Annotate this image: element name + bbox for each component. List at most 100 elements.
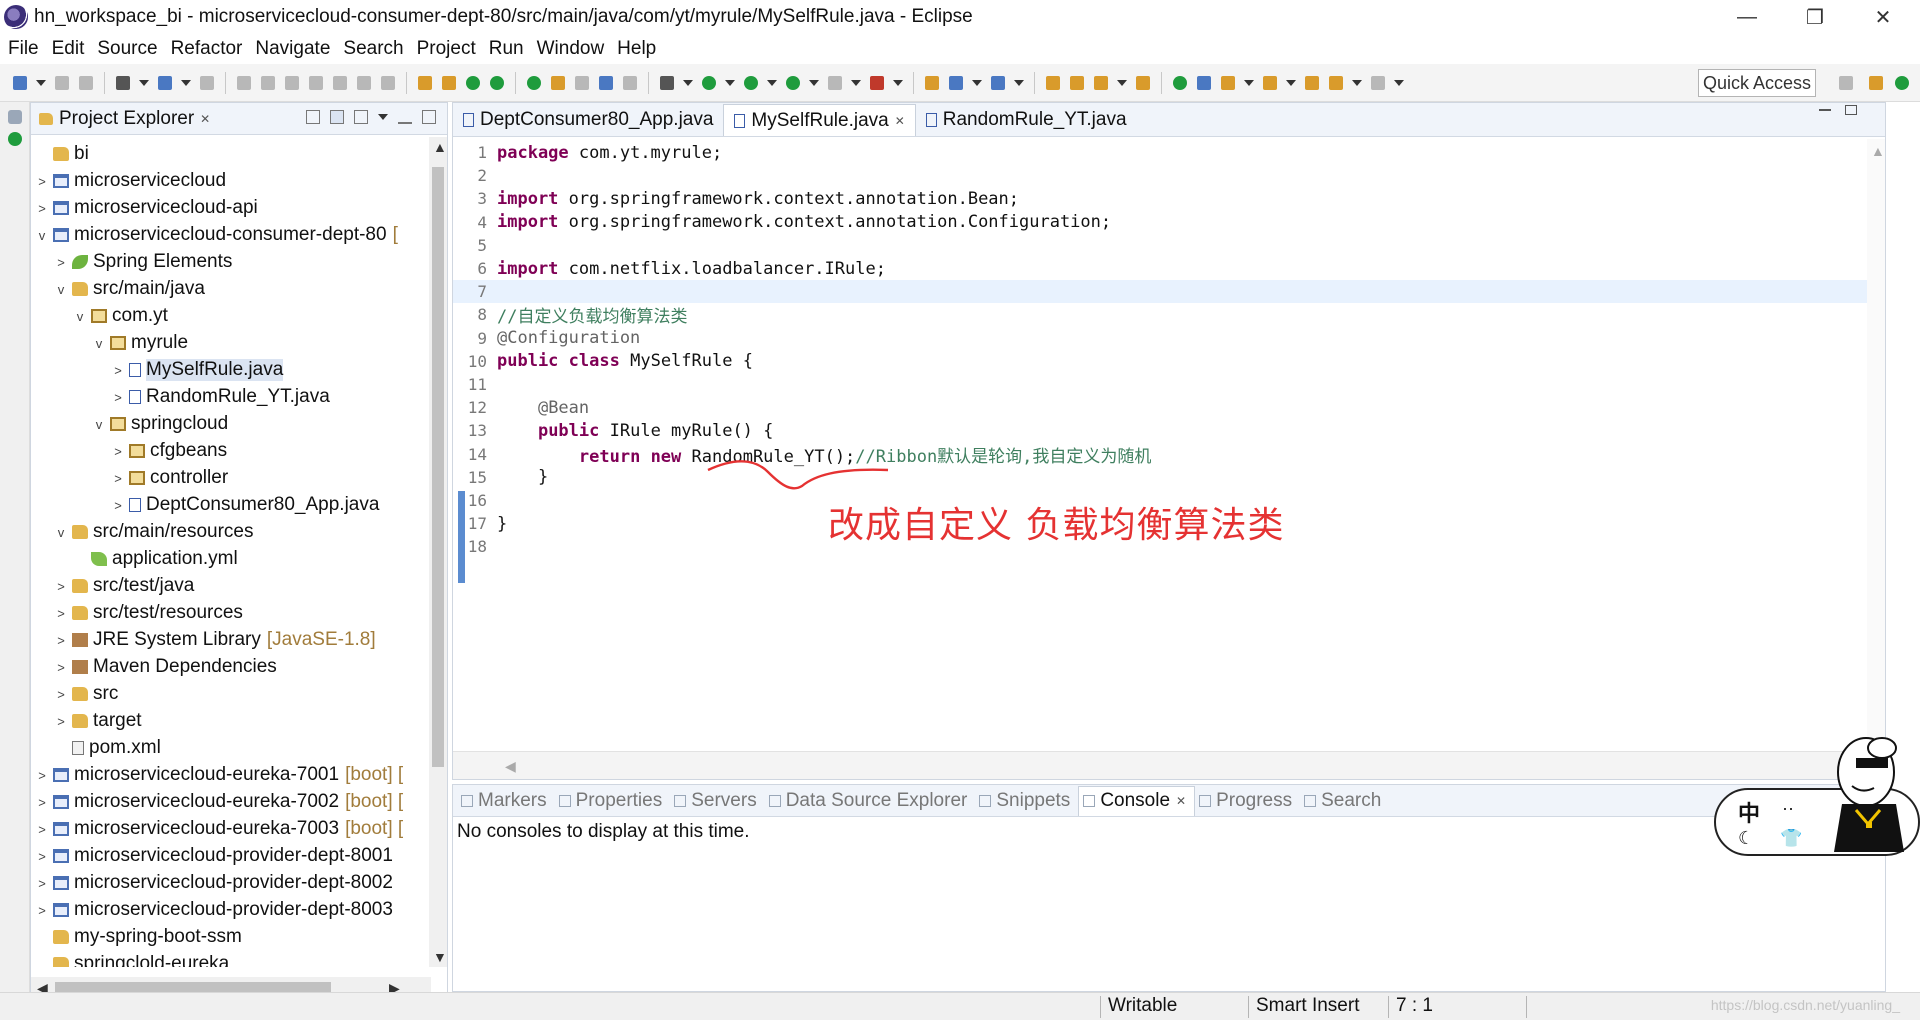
stop-icon[interactable]	[828, 75, 842, 90]
dropdown-icon[interactable]	[181, 79, 191, 86]
tab-snippets[interactable]: Snippets	[975, 786, 1078, 816]
tree-item[interactable]: > microservicecloud-provider-dept-8002	[35, 870, 393, 896]
debug-dropdown-icon[interactable]	[660, 75, 674, 90]
view-menu-icon[interactable]	[378, 114, 388, 120]
ime-punctuation-icon[interactable]: ··	[1782, 798, 1794, 819]
skin-icon[interactable]: 👕	[1780, 828, 1802, 849]
tree-item[interactable]: v com.yt	[73, 303, 168, 329]
maximize-editor-icon[interactable]	[1845, 105, 1857, 115]
tree-item[interactable]: springclold-eureka	[35, 951, 229, 967]
dropdown-icon[interactable]	[851, 79, 861, 86]
spring-boot-icon[interactable]	[466, 75, 480, 90]
code-line[interactable]: 10 public class MySelfRule {	[453, 350, 1867, 373]
dropdown-icon[interactable]	[972, 79, 982, 86]
chevron-right-icon[interactable]: >	[35, 822, 49, 837]
dropdown-icon[interactable]	[1117, 79, 1127, 86]
tree-item[interactable]: > microservicecloud-provider-dept-8001	[35, 843, 393, 869]
tree-item[interactable]: > MySelfRule.java	[111, 357, 284, 383]
minimize-button[interactable]: —	[1718, 0, 1776, 34]
coverage-icon[interactable]	[744, 75, 758, 90]
forward-icon[interactable]	[1371, 75, 1385, 90]
code-line[interactable]: 9 @Configuration	[453, 327, 1867, 350]
chevron-right-icon[interactable]: >	[35, 849, 49, 864]
chevron-down-icon[interactable]: v	[54, 525, 68, 540]
code-line[interactable]: 12 @Bean	[453, 396, 1867, 419]
collapse-all-icon[interactable]	[306, 110, 320, 124]
tree-item[interactable]: v src/main/java	[54, 276, 205, 302]
debug-perspective-icon[interactable]	[116, 75, 130, 90]
annotation-icon[interactable]	[1197, 75, 1211, 90]
dropdown-icon[interactable]	[809, 79, 819, 86]
tree-item[interactable]: > microservicecloud-eureka-7002 [boot] [	[35, 789, 403, 815]
chevron-down-icon[interactable]: v	[35, 228, 49, 243]
chevron-right-icon[interactable]: >	[54, 255, 68, 270]
filter-icon[interactable]	[354, 110, 368, 124]
server-icon[interactable]	[870, 75, 884, 90]
open-folder-icon[interactable]	[1070, 75, 1084, 90]
new-dropdown-icon[interactable]	[36, 79, 46, 86]
code-line[interactable]: 6 import com.netflix.loadbalancer.IRule;	[453, 257, 1867, 280]
show-whitespace-icon[interactable]	[623, 75, 637, 90]
tab-myselfrule[interactable]: MySelfRule.java ✕	[723, 104, 916, 136]
chevron-right-icon[interactable]: >	[35, 876, 49, 891]
tree-item[interactable]: > src/test/java	[54, 573, 194, 599]
chevron-down-icon[interactable]: v	[73, 309, 87, 324]
chevron-down-icon[interactable]: v	[54, 282, 68, 297]
mark-occurrences-icon[interactable]	[551, 75, 565, 90]
code-line[interactable]: 5	[453, 234, 1867, 257]
java-ee-perspective-icon[interactable]	[1869, 76, 1883, 90]
menu-search[interactable]: Search	[339, 38, 412, 60]
chevron-right-icon[interactable]: >	[111, 498, 125, 513]
dropdown-icon[interactable]	[1014, 79, 1024, 86]
close-button[interactable]: ✕	[1854, 0, 1912, 34]
dropdown-icon[interactable]	[767, 79, 777, 86]
tab-console[interactable]: Console ✕	[1078, 785, 1196, 816]
chevron-right-icon[interactable]: >	[54, 687, 68, 702]
build-icon[interactable]	[442, 75, 456, 90]
back-icon[interactable]	[1329, 75, 1343, 90]
tree-item[interactable]: > Spring Elements	[54, 249, 232, 275]
chevron-right-icon[interactable]: >	[54, 714, 68, 729]
dropdown-icon[interactable]	[725, 79, 735, 86]
minimize-editor-icon[interactable]	[1819, 109, 1831, 111]
menu-navigate[interactable]: Navigate	[251, 38, 339, 60]
tab-deptconsumer80-app[interactable]: DeptConsumer80_App.java	[453, 104, 723, 136]
menu-edit[interactable]: Edit	[48, 38, 94, 60]
tree-item[interactable]: bi	[35, 141, 89, 167]
scroll-up-icon[interactable]: ▲	[433, 139, 447, 155]
scroll-down-icon[interactable]: ▼	[433, 949, 447, 965]
new-class-icon[interactable]	[991, 75, 1005, 90]
spring-perspective-icon[interactable]	[1895, 76, 1909, 90]
next-annotation-icon[interactable]	[1221, 75, 1235, 90]
tree-item[interactable]: v springcloud	[92, 411, 228, 437]
code-line[interactable]: 3 import org.springframework.context.anno…	[453, 187, 1867, 210]
code-line[interactable]: 1 package com.yt.myrule;	[453, 141, 1867, 164]
minimize-view-icon[interactable]	[398, 110, 412, 124]
external-tools-icon[interactable]	[786, 75, 800, 90]
tab-progress[interactable]: Progress	[1195, 786, 1300, 816]
scroll-left-icon[interactable]: ◀	[505, 758, 516, 775]
dropdown-icon[interactable]	[1394, 79, 1404, 86]
tree-item[interactable]: > target	[54, 708, 141, 734]
step-over-icon[interactable]	[357, 75, 371, 90]
tree-item[interactable]: > controller	[111, 465, 228, 491]
chevron-right-icon[interactable]: >	[35, 768, 49, 783]
tree-item[interactable]: v myrule	[92, 330, 188, 356]
ime-language-toggle[interactable]: 中	[1738, 796, 1760, 828]
code-line[interactable]: 8 //自定义负载均衡算法类	[453, 303, 1867, 327]
tab-randomrule-yt[interactable]: RandomRule_YT.java	[916, 104, 1137, 136]
tree-item[interactable]: v src/main/resources	[54, 519, 254, 545]
new-java-project-icon[interactable]	[925, 75, 939, 90]
dropdown-icon[interactable]	[1244, 79, 1254, 86]
refresh-icon[interactable]	[490, 75, 504, 90]
chevron-right-icon[interactable]: >	[54, 633, 68, 648]
tree-item[interactable]: application.yml	[73, 546, 238, 572]
tree-item[interactable]: > Maven Dependencies	[54, 654, 277, 680]
tree-item[interactable]: > microservicecloud-eureka-7001 [boot] [	[35, 762, 403, 788]
step-into-icon[interactable]	[333, 75, 347, 90]
quick-access-input[interactable]: Quick Access	[1698, 69, 1816, 97]
chevron-right-icon[interactable]: >	[35, 903, 49, 918]
disconnect-icon[interactable]	[309, 75, 323, 90]
close-icon[interactable]: ✕	[895, 114, 905, 128]
tree-item[interactable]: > JRE System Library [JavaSE-1.8]	[54, 627, 375, 653]
